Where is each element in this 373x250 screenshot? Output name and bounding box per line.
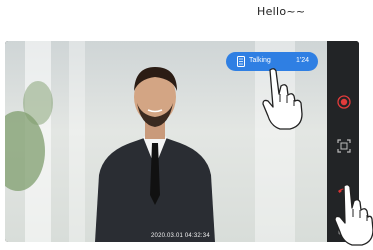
handwritten-greeting: Hello~~ [257,5,306,18]
pointing-hand-icon [262,68,303,130]
snapshot-button[interactable] [335,137,353,155]
pointing-hand-icon [334,184,373,246]
record-button[interactable] [335,93,353,111]
record-icon [337,95,351,109]
visitor-figure [95,67,215,242]
talk-label: Talking [249,57,271,64]
snapshot-icon [337,139,351,153]
video-timestamp: 2020.03.01 04:32:34 [151,233,210,239]
call-timer: 1'24 [295,57,309,64]
background-plant [23,81,53,125]
background-window [69,41,85,242]
intercom-handset-icon [237,56,245,67]
